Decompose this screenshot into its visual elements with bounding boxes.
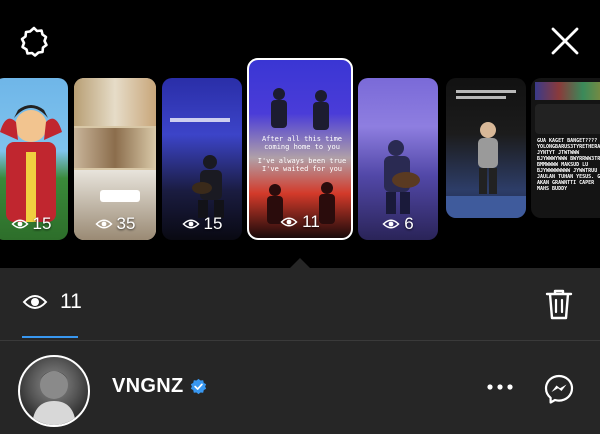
- view-count-value: 15: [32, 214, 52, 233]
- story-caption: GUA KAGET BANGET???? YOLONGBARUS3TYRETHE…: [537, 138, 600, 192]
- story-thumbnail[interactable]: GUA KAGET BANGET???? YOLONGBARUS3TYRETHE…: [531, 78, 600, 218]
- messenger-icon[interactable]: [542, 372, 576, 406]
- gear-icon[interactable]: [16, 24, 52, 60]
- view-count: 35: [74, 214, 156, 234]
- story-caption: I've always been true: [257, 157, 347, 165]
- view-count: 15: [0, 214, 68, 234]
- eye-icon: [280, 217, 298, 227]
- views-tab[interactable]: 11: [22, 290, 82, 314]
- band-silhouette: [271, 88, 329, 130]
- username-text: VNGNZ: [112, 375, 184, 397]
- eye-icon: [382, 219, 400, 229]
- verified-badge-icon: [190, 378, 206, 395]
- view-count: 11: [249, 212, 351, 232]
- more-icon[interactable]: [484, 377, 516, 397]
- cartoon-character-image: [0, 105, 62, 222]
- avatar[interactable]: [18, 355, 90, 427]
- story-thumbnail-strip: 15 35 15 After all this time coming home…: [0, 58, 600, 248]
- viewer-row[interactable]: VNGNZ: [0, 341, 600, 434]
- post-preview: [535, 104, 600, 134]
- performer-silhouette: [478, 122, 498, 194]
- close-icon[interactable]: [548, 24, 582, 58]
- view-count-value: 35: [116, 214, 136, 233]
- story-thumbnail[interactable]: 15: [0, 78, 68, 240]
- stage-floor: [446, 196, 526, 218]
- performer-silhouette: [384, 140, 420, 214]
- story-thumbnail[interactable]: 15: [162, 78, 242, 240]
- story-header-photos: [535, 82, 600, 100]
- story-caption: coming home to you: [264, 143, 340, 151]
- story-caption: [456, 96, 506, 99]
- story-thumbnail-active[interactable]: After all this time coming home to you I…: [247, 58, 353, 240]
- story-thumbnail[interactable]: 6: [358, 78, 438, 240]
- sticker: [100, 190, 140, 202]
- views-count: 11: [60, 290, 82, 313]
- active-tab-indicator: [22, 336, 78, 338]
- story-caption: I've waited for you: [261, 165, 343, 173]
- trash-icon[interactable]: [543, 286, 575, 322]
- story-thumbnail[interactable]: 35: [74, 78, 156, 240]
- story-caption: [170, 118, 230, 122]
- story-caption: [456, 90, 516, 93]
- view-count: 15: [162, 214, 242, 234]
- view-count: 6: [358, 214, 438, 234]
- story-caption: After all this time: [261, 135, 343, 143]
- eye-icon: [94, 219, 113, 229]
- story-thumbnail[interactable]: [446, 78, 526, 218]
- eye-icon: [22, 295, 48, 309]
- views-row: 11: [0, 268, 600, 340]
- eye-icon: [10, 219, 29, 229]
- view-count-value: 6: [404, 214, 414, 233]
- eye-icon: [181, 219, 200, 229]
- collage-photo: [74, 128, 156, 168]
- story-insights-panel: 11 VNGNZ: [0, 268, 600, 434]
- selection-pointer: [290, 258, 310, 268]
- view-count-value: 11: [302, 212, 320, 231]
- performer-silhouette: [192, 155, 224, 218]
- viewer-username[interactable]: VNGNZ: [112, 375, 207, 398]
- view-count-value: 15: [203, 214, 223, 233]
- collage-photo: [74, 78, 156, 126]
